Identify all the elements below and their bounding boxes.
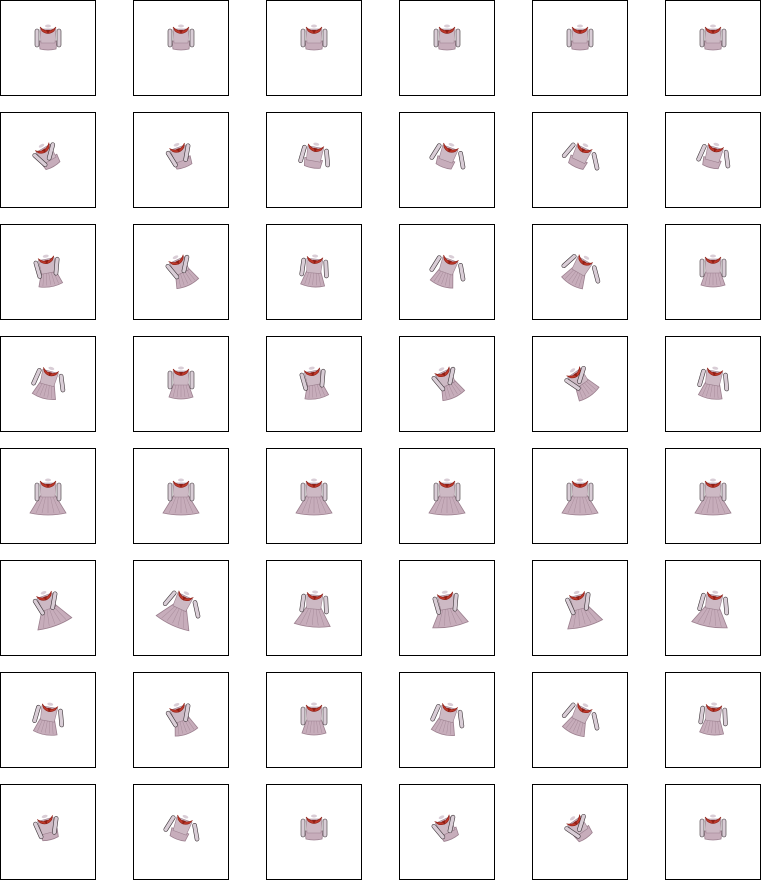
dress-figure bbox=[561, 702, 600, 738]
sprite-frame bbox=[266, 560, 362, 656]
dress-figure bbox=[430, 702, 465, 737]
sprite-frame bbox=[399, 784, 495, 880]
sprite-frame bbox=[665, 0, 761, 96]
sprite-frame bbox=[0, 448, 96, 544]
sprite-frame bbox=[266, 448, 362, 544]
dress-figure bbox=[33, 254, 64, 288]
sprite-frame bbox=[532, 112, 628, 208]
dress-figure bbox=[565, 590, 604, 630]
dress-figure bbox=[167, 24, 195, 51]
sprite-frame bbox=[133, 560, 229, 656]
dress-figure bbox=[163, 814, 200, 842]
dress-figure bbox=[32, 142, 61, 171]
dress-figure bbox=[699, 24, 727, 51]
sprite-frame bbox=[0, 336, 96, 432]
dress-figure bbox=[429, 254, 466, 289]
dress-figure bbox=[561, 142, 600, 171]
dress-figure bbox=[564, 365, 600, 402]
dress-figure bbox=[696, 142, 731, 170]
dress-figure bbox=[165, 142, 193, 170]
dress-figure bbox=[162, 478, 200, 516]
dress-figure bbox=[32, 590, 73, 631]
sprite-frame bbox=[133, 112, 229, 208]
sprite-frame bbox=[266, 112, 362, 208]
sprite-frame bbox=[266, 0, 362, 96]
dress-figure bbox=[167, 366, 195, 400]
sprite-frame bbox=[266, 224, 362, 320]
sprite-frame bbox=[532, 784, 628, 880]
dress-figure bbox=[561, 254, 601, 290]
dress-figure bbox=[433, 24, 461, 51]
dress-figure bbox=[697, 366, 730, 400]
dress-figure bbox=[561, 478, 599, 516]
dress-figure bbox=[432, 590, 469, 629]
dress-figure bbox=[32, 702, 65, 736]
dress-figure bbox=[429, 142, 466, 170]
dress-figure bbox=[566, 24, 594, 51]
sprite-frame bbox=[399, 336, 495, 432]
dress-figure bbox=[299, 366, 330, 400]
sprite-frame bbox=[0, 672, 96, 768]
dress-figure bbox=[300, 702, 328, 736]
sprite-sheet bbox=[0, 0, 761, 880]
dress-figure bbox=[691, 590, 730, 629]
dress-figure bbox=[165, 254, 200, 290]
sprite-frame bbox=[399, 224, 495, 320]
dress-figure bbox=[165, 702, 199, 737]
sprite-frame bbox=[532, 0, 628, 96]
dress-figure bbox=[694, 478, 732, 516]
sprite-frame bbox=[665, 448, 761, 544]
sprite-frame bbox=[665, 336, 761, 432]
sprite-frame bbox=[133, 448, 229, 544]
dress-figure bbox=[298, 142, 331, 169]
dress-figure bbox=[431, 366, 466, 402]
sprite-frame bbox=[532, 224, 628, 320]
dress-figure bbox=[295, 478, 333, 516]
sprite-frame bbox=[133, 336, 229, 432]
sprite-frame bbox=[133, 224, 229, 320]
sprite-frame bbox=[532, 336, 628, 432]
dress-figure bbox=[29, 478, 67, 516]
sprite-frame bbox=[665, 672, 761, 768]
sprite-frame bbox=[399, 112, 495, 208]
sprite-frame bbox=[665, 224, 761, 320]
sprite-frame bbox=[665, 560, 761, 656]
sprite-frame bbox=[399, 672, 495, 768]
dress-figure bbox=[698, 702, 728, 736]
sprite-frame bbox=[399, 560, 495, 656]
sprite-frame bbox=[0, 112, 96, 208]
dress-figure bbox=[699, 254, 727, 288]
sprite-frame bbox=[0, 560, 96, 656]
dress-figure bbox=[300, 814, 328, 841]
sprite-frame bbox=[532, 560, 628, 656]
sprite-frame bbox=[133, 672, 229, 768]
sprite-frame bbox=[266, 336, 362, 432]
sprite-frame bbox=[665, 112, 761, 208]
dress-figure bbox=[33, 814, 59, 842]
dress-figure bbox=[428, 478, 466, 516]
sprite-frame bbox=[665, 784, 761, 880]
dress-figure bbox=[299, 254, 329, 288]
sprite-frame bbox=[532, 448, 628, 544]
sprite-frame bbox=[399, 448, 495, 544]
sprite-frame bbox=[399, 0, 495, 96]
sprite-frame bbox=[0, 0, 96, 96]
dress-figure bbox=[155, 590, 201, 632]
sprite-frame bbox=[532, 672, 628, 768]
sprite-frame bbox=[0, 784, 96, 880]
dress-figure bbox=[293, 590, 331, 628]
dress-figure bbox=[34, 24, 62, 51]
dress-figure bbox=[31, 366, 66, 401]
sprite-frame bbox=[133, 0, 229, 96]
sprite-frame bbox=[133, 784, 229, 880]
dress-figure bbox=[564, 813, 593, 843]
sprite-frame bbox=[0, 224, 96, 320]
dress-figure bbox=[300, 24, 328, 51]
dress-figure bbox=[699, 814, 727, 841]
sprite-frame bbox=[266, 784, 362, 880]
sprite-frame bbox=[266, 672, 362, 768]
dress-figure bbox=[431, 814, 459, 842]
